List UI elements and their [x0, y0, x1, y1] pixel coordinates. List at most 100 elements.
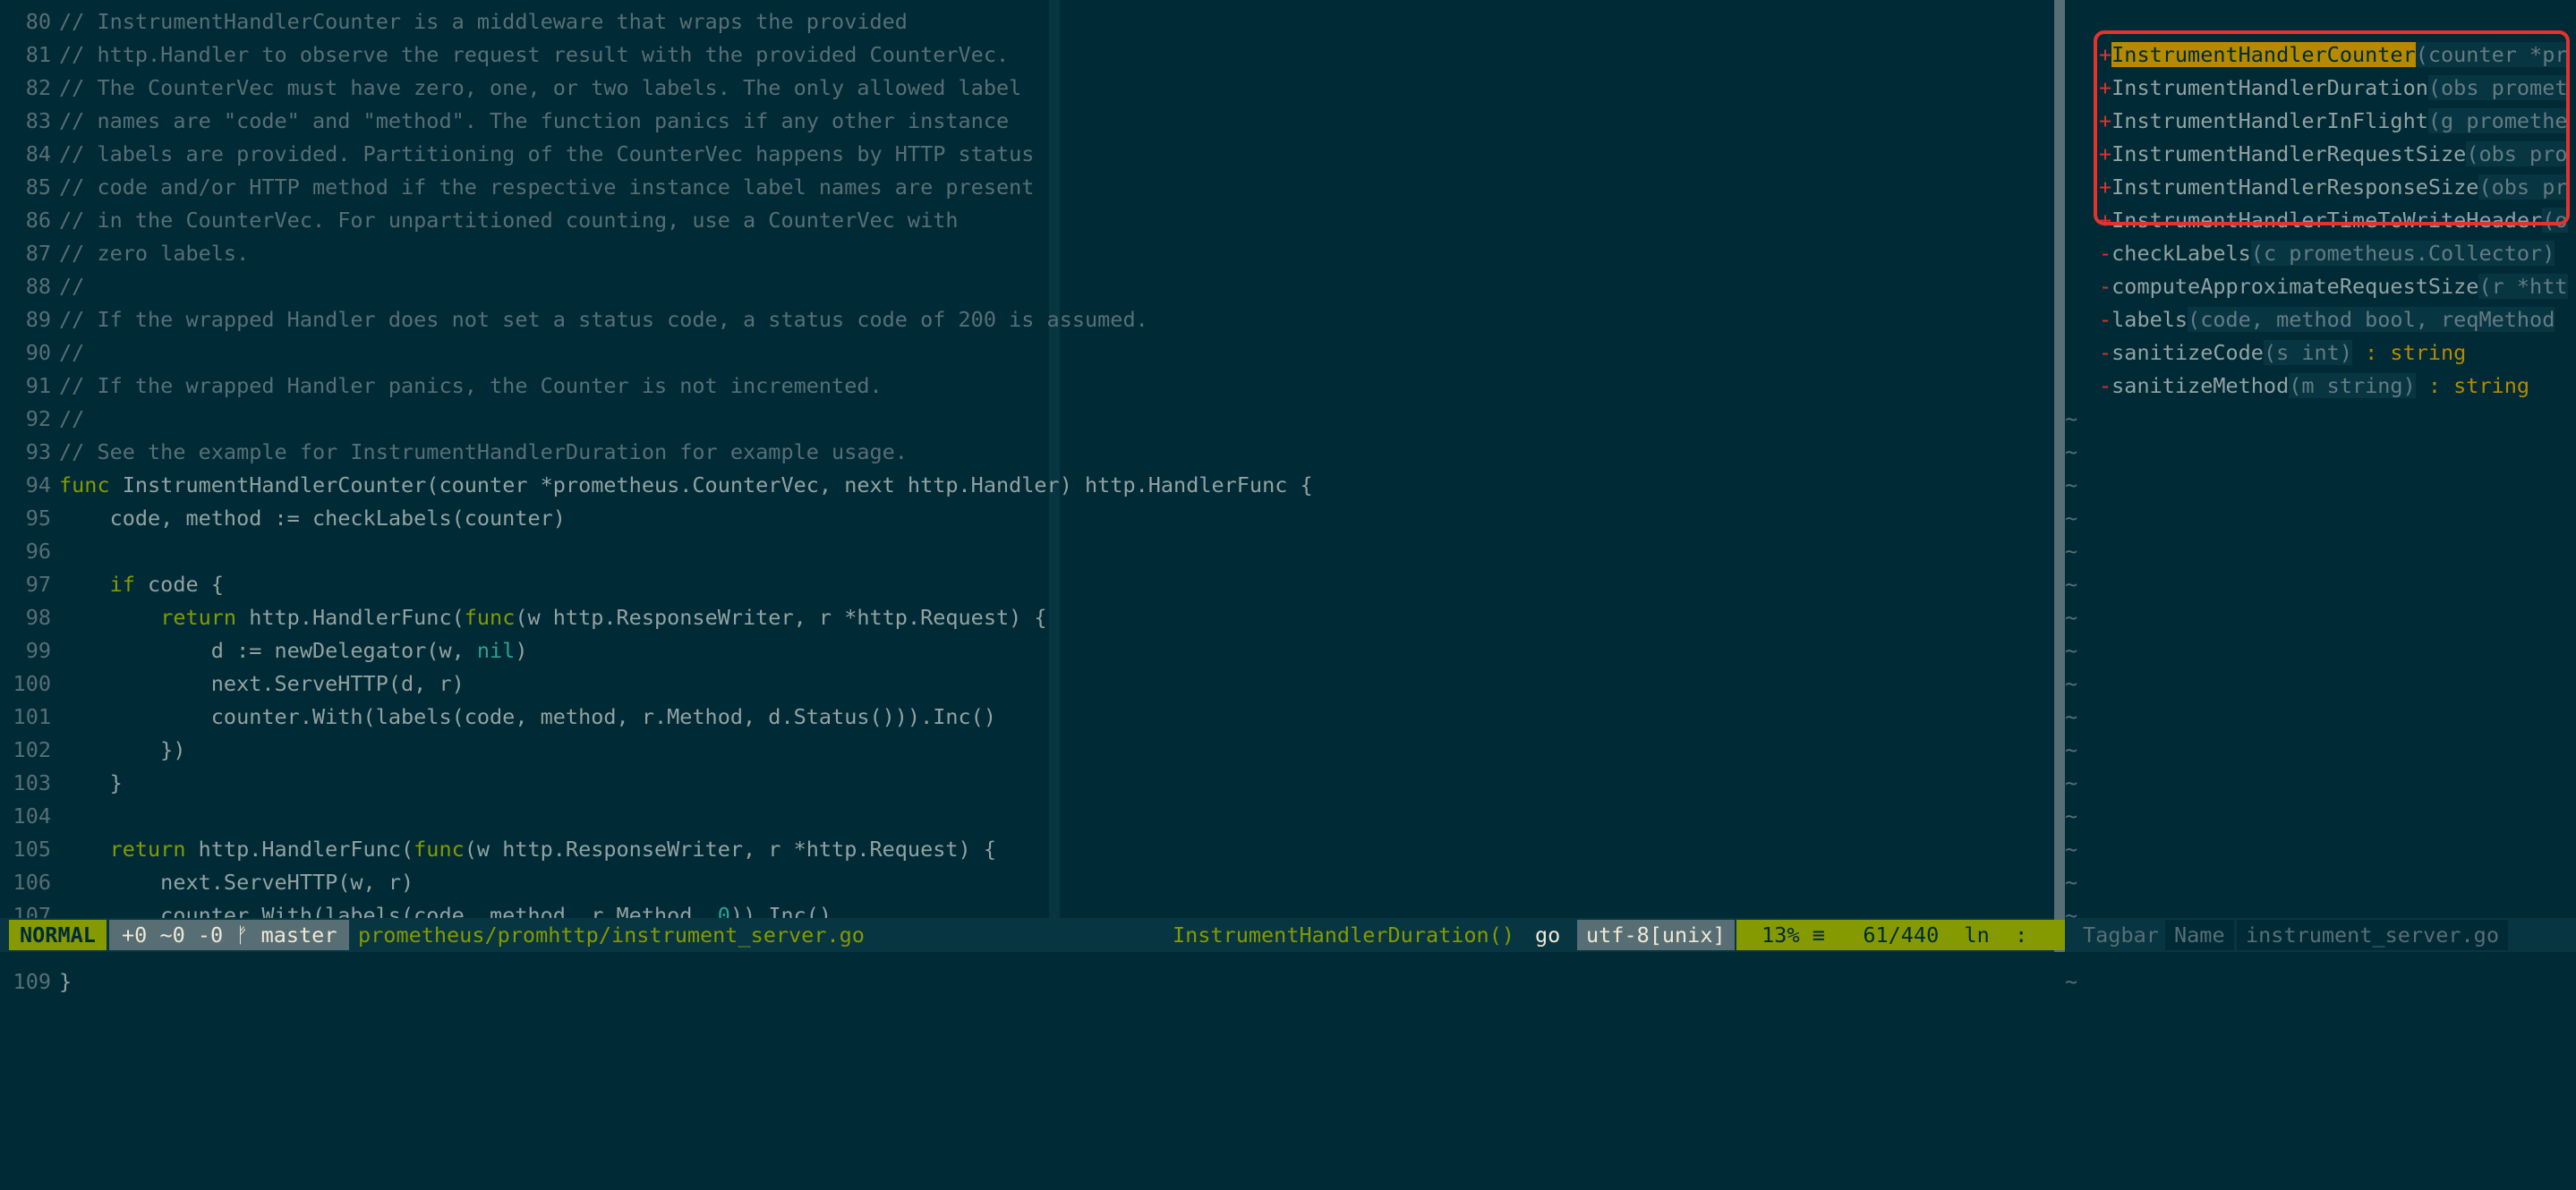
tag-name[interactable]: InstrumentHandlerResponseSize [2111, 174, 2478, 200]
code-line[interactable]: 86 // in the CounterVec. For unpartitione… [0, 205, 959, 235]
tagbar-item[interactable]: +InstrumentHandlerTimeToWriteHeader(o [2099, 205, 2568, 235]
visibility-marker: - [2099, 340, 2112, 365]
code-comment: // labels are provided. Partitioning of … [59, 141, 1035, 166]
code-line[interactable]: 101 counter.With(labels(code, method, r.… [0, 701, 996, 732]
code-line[interactable]: 85 // code and/or HTTP method if the resp… [0, 172, 1035, 202]
file-encoding: utf-8[unix] [1577, 920, 1735, 950]
empty-line-tilde: ~ [2065, 638, 2078, 663]
line-number: 103 [13, 770, 51, 795]
tag-name[interactable]: InstrumentHandlerTimeToWriteHeader [2111, 208, 2542, 233]
code-line[interactable]: 99 d := newDelegator(w, nil) [0, 635, 528, 666]
empty-line-tilde: ~ [2065, 472, 2078, 497]
tagbar-item[interactable]: -sanitizeCode(s int) : string [2099, 337, 2466, 368]
code-line[interactable]: 96 [0, 536, 59, 566]
window-split-separator[interactable] [2054, 0, 2065, 972]
tag-name[interactable]: labels [2111, 307, 2188, 332]
tagbar-item[interactable]: -checkLabels(c prometheus.Collector) [2099, 238, 2555, 268]
tag-name[interactable]: sanitizeCode [2111, 340, 2264, 365]
visibility-marker: + [2099, 75, 2112, 100]
tag-name[interactable]: InstrumentHandlerCounter [2111, 42, 2416, 67]
line-number: 105 [13, 837, 51, 862]
line-number: 95 [25, 506, 51, 531]
tagbar-item[interactable]: +InstrumentHandlerRequestSize(obs pro [2099, 139, 2568, 169]
empty-line-tilde: ~ [2065, 803, 2078, 829]
code-line[interactable]: 84 // labels are provided. Partitioning o… [0, 139, 1035, 169]
code-comment: // [59, 340, 85, 365]
code-line[interactable]: 98 return http.HandlerFunc(func(w http.R… [0, 602, 1047, 633]
code-line[interactable]: 100 next.ServeHTTP(d, r) [0, 668, 465, 699]
tagbar-item[interactable]: +InstrumentHandlerCounter(counter *pr [2099, 39, 2568, 70]
code-line[interactable]: 102 }) [0, 735, 186, 765]
line-number: 84 [25, 141, 51, 166]
code-line[interactable]: 106 next.ServeHTTP(w, r) [0, 867, 414, 897]
tagbar-item[interactable]: +InstrumentHandlerDuration(obs promet [2099, 72, 2568, 103]
code-line[interactable]: 94 func InstrumentHandlerCounter(counter … [0, 470, 1313, 500]
code-text: http.HandlerFunc( [236, 605, 465, 630]
code-line[interactable]: 81 // http.Handler to observe the request… [0, 39, 1009, 70]
code-line[interactable]: 91 // If the wrapped Handler panics, the … [0, 370, 883, 401]
code-line[interactable]: 105 return http.HandlerFunc(func(w http.… [0, 834, 996, 864]
code-text: (w http.ResponseWriter, r *http.Request)… [464, 837, 996, 862]
color-column [1049, 0, 1060, 918]
code-comment: // names are "code" and "method". The fu… [59, 108, 1010, 133]
tagbar-header[interactable]: ▼ functions [2065, 6, 2256, 64]
tagbar-pane[interactable]: ▼ functions +InstrumentHandlerCounter(co… [2065, 0, 2576, 994]
tag-name[interactable]: sanitizeMethod [2111, 373, 2289, 398]
line-number: 89 [25, 307, 51, 332]
code-editor-pane[interactable]: 80 // InstrumentHandlerCounter is a middl… [0, 0, 2054, 994]
code-comment: // See the example for InstrumentHandler… [59, 439, 908, 464]
tag-signature: (obs pro [2466, 141, 2568, 166]
code-line[interactable]: 93 // See the example for InstrumentHandl… [0, 437, 908, 467]
tagbar-item[interactable]: -sanitizeMethod(m string) : string [2099, 370, 2529, 401]
tag-name[interactable]: checkLabels [2111, 241, 2251, 266]
line-number: 80 [25, 9, 51, 34]
tag-signature: (g promethe [2427, 108, 2568, 133]
code-text: }) [59, 737, 186, 762]
tag-name[interactable]: InstrumentHandlerDuration [2111, 75, 2428, 100]
visibility-marker: - [2099, 241, 2112, 266]
tagbar-item[interactable]: +InstrumentHandlerInFlight(g promethe [2099, 106, 2568, 136]
empty-line-tilde: ~ [2065, 671, 2078, 696]
tagbar-item[interactable]: +InstrumentHandlerResponseSize(obs pr [2099, 172, 2568, 202]
code-line[interactable]: 83 // names are "code" and "method". The … [0, 106, 1009, 136]
code-text: } [59, 969, 73, 994]
empty-line-tilde: ~ [2065, 737, 2078, 762]
code-keyword: if [109, 572, 135, 597]
tag-name[interactable]: InstrumentHandlerRequestSize [2111, 141, 2466, 166]
code-comment: // InstrumentHandlerCounter is a middlew… [59, 9, 908, 34]
code-text: next.ServeHTTP(d, r) [59, 671, 465, 696]
code-comment: // If the wrapped Handler panics, the Co… [59, 373, 883, 398]
line-number: 97 [25, 572, 51, 597]
empty-line-tilde: ~ [2065, 870, 2078, 895]
tag-return-type: : string [2415, 373, 2530, 398]
tag-name[interactable]: InstrumentHandlerInFlight [2111, 108, 2428, 133]
code-text: nil [476, 638, 516, 663]
command-line[interactable] [0, 952, 2576, 972]
code-line[interactable]: 87 // zero labels. [0, 238, 250, 268]
line-number: 104 [13, 803, 51, 829]
empty-line-tilde: ~ [2065, 572, 2078, 597]
code-line[interactable]: 103 } [0, 768, 123, 798]
code-line[interactable]: 80 // InstrumentHandlerCounter is a middl… [0, 6, 908, 37]
code-line[interactable]: 82 // The CounterVec must have zero, one,… [0, 72, 1022, 103]
code-text: code { [134, 572, 224, 597]
tag-name[interactable]: computeApproximateRequestSize [2111, 274, 2478, 299]
code-line[interactable]: 89 // If the wrapped Handler does not set… [0, 304, 1148, 335]
code-line[interactable]: 104 [0, 801, 59, 831]
code-line[interactable]: 97 if code { [0, 569, 224, 599]
code-text: } [59, 770, 123, 795]
visibility-marker: - [2099, 373, 2112, 398]
code-line[interactable]: 90 // [0, 337, 85, 368]
code-line[interactable]: 88 // [0, 271, 85, 302]
empty-line-tilde: ~ [2065, 439, 2078, 464]
code-line[interactable]: 95 code, method := checkLabels(counter) [0, 503, 566, 533]
code-comment: // http.Handler to observe the request r… [59, 42, 1010, 67]
tagbar-item[interactable]: -computeApproximateRequestSize(r *htt [2099, 271, 2568, 302]
line-number: 87 [25, 241, 51, 266]
line-number: 101 [13, 704, 51, 729]
tagbar-item[interactable]: -labels(code, method bool, reqMethod [2099, 304, 2555, 335]
code-keyword: return [160, 605, 237, 630]
code-line[interactable]: 92 // [0, 404, 85, 434]
code-comment: // code and/or HTTP method if the respec… [59, 174, 1035, 200]
